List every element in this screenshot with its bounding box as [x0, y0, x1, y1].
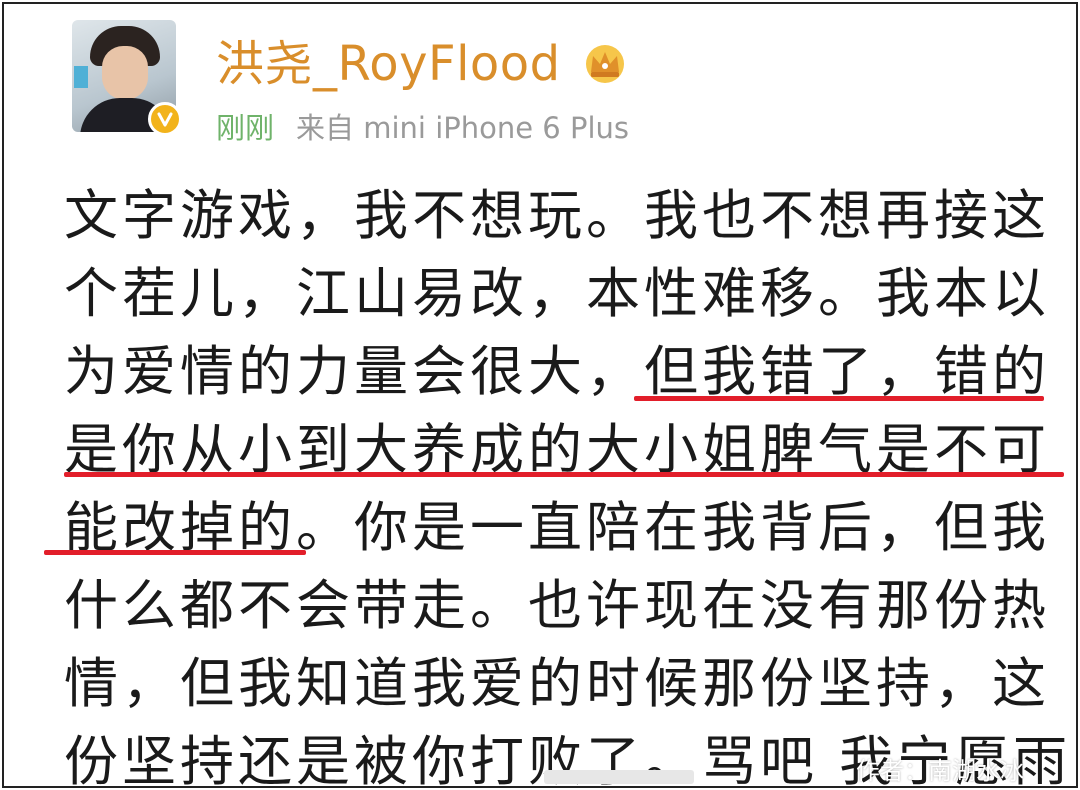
watermark-bar — [544, 770, 694, 784]
post-line: 情，但我知道我爱的时候那份坚持，这 — [64, 652, 1050, 715]
post-line: 什么都不会带走。也许现在没有那份热 — [64, 574, 1050, 637]
weibo-post-card: 洪尧_RoyFlood 刚刚 来自 mini iPhone 6 Plus 文字游戏… — [2, 2, 1078, 788]
highlight-underline — [64, 472, 1064, 477]
post-line: 文字游戏，我不想玩。我也不想再接这 — [64, 184, 1050, 247]
highlight-underline — [634, 396, 1044, 401]
author-watermark: 作者：南湖水冰 — [856, 757, 1024, 785]
highlight-underline — [44, 550, 306, 555]
post-body: 文字游戏，我不想玩。我也不想再接这 个茬儿，江山易改，本性难移。我本以 为爱情的… — [4, 4, 1076, 786]
post-line: 个茬儿，江山易改，本性难移。我本以 — [64, 262, 1050, 325]
